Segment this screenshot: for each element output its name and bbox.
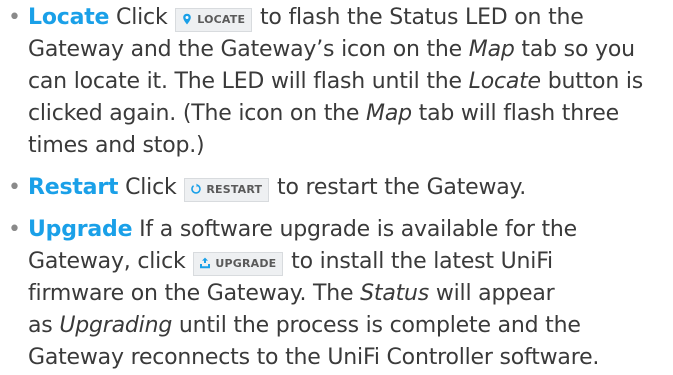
- restart-button-label: RESTART: [206, 183, 263, 196]
- locate-line-5: times and stop.): [28, 133, 205, 158]
- help-content: • Locate Click LOCATE to flash the Statu…: [0, 0, 673, 375]
- upgrade-line-5: Gateway reconnects to the UniFi Controll…: [28, 345, 600, 370]
- bullet: •: [8, 5, 21, 30]
- upgrade-button-label: UPGRADE: [215, 257, 277, 270]
- locate-line-4: clicked again. (The icon on the Map tab …: [28, 101, 619, 126]
- upgrade-line-3: firmware on the Gateway. The Status will…: [28, 281, 555, 306]
- locate-line-2: Gateway and the Gateway’s icon on the Ma…: [28, 37, 635, 62]
- restart-line-1: Restart Click RESTART to restart the Gat…: [28, 175, 527, 202]
- upgrade-button[interactable]: UPGRADE: [193, 252, 284, 276]
- map-pin-icon: [183, 13, 192, 25]
- locate-line-3: can locate it. The LED will flash until …: [28, 69, 644, 94]
- bullet: •: [8, 175, 21, 200]
- restart-icon: [191, 183, 202, 194]
- bullet: •: [8, 217, 21, 242]
- locate-button-label: LOCATE: [197, 13, 246, 26]
- locate-line-1: Locate Click LOCATE to flash the Status …: [28, 5, 584, 32]
- restart-term: Restart: [28, 175, 119, 200]
- upgrade-line-1: Upgrade If a software upgrade is availab…: [28, 217, 577, 242]
- upgrade-term: Upgrade: [28, 217, 133, 242]
- upgrade-line-4: as Upgrading until the process is comple…: [28, 313, 581, 338]
- upgrade-icon: [200, 257, 211, 269]
- restart-button[interactable]: RESTART: [184, 178, 270, 202]
- locate-button[interactable]: LOCATE: [175, 8, 253, 32]
- upgrade-line-2: Gateway, click UPGRADE to install the la…: [28, 249, 553, 276]
- locate-term: Locate: [28, 5, 110, 30]
